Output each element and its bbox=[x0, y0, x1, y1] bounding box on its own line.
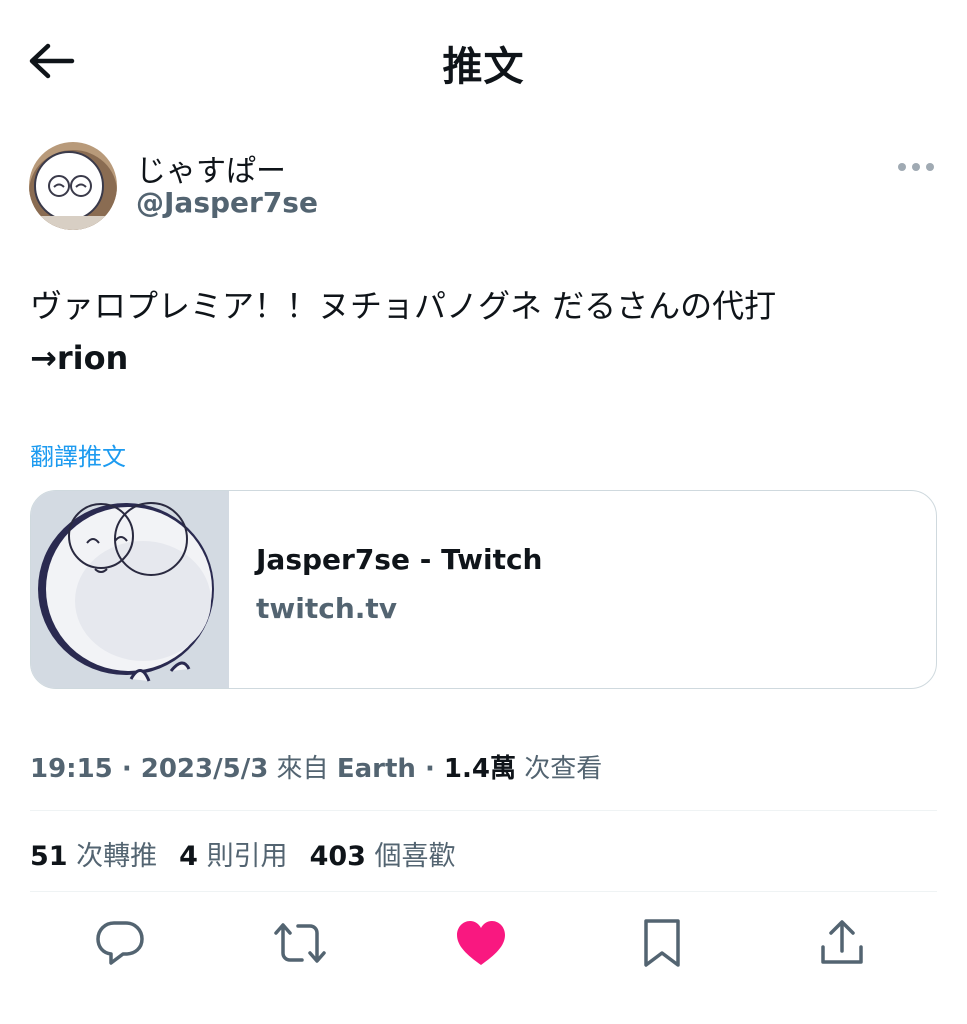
tweet-detail-page: 推文 じゃすぱー @Jasper7se ヴァロプレミア！！ヌチョパノグネ だるさ… bbox=[0, 0, 967, 1024]
translate-tweet-link[interactable]: 翻譯推文 bbox=[30, 437, 126, 472]
engagement-stats: 51 次轉推 4 則引用 403 個喜歡 bbox=[30, 834, 478, 873]
avatar[interactable] bbox=[29, 142, 117, 230]
tweet-date[interactable]: 2023/5/3 bbox=[141, 754, 269, 784]
retweets-label: 次轉推 bbox=[76, 841, 158, 872]
quotes-count: 4 bbox=[179, 841, 198, 872]
reply-button[interactable] bbox=[92, 915, 148, 971]
divider bbox=[30, 810, 937, 811]
views-count[interactable]: 1.4萬 bbox=[444, 754, 516, 784]
header: 推文 bbox=[0, 0, 967, 120]
bookmark-button[interactable] bbox=[634, 915, 690, 971]
tweet-text: ヴァロプレミア！！ヌチョパノグネ だるさんの代打 →rion bbox=[30, 280, 940, 384]
tweet-source: Earth bbox=[336, 754, 416, 784]
share-button[interactable] bbox=[814, 915, 870, 971]
card-thumbnail bbox=[31, 491, 229, 688]
tweet-time[interactable]: 19:15 bbox=[30, 754, 113, 784]
retweets-stat[interactable]: 51 次轉推 bbox=[30, 834, 157, 873]
quotes-label: 則引用 bbox=[206, 841, 288, 872]
page-title: 推文 bbox=[442, 44, 525, 90]
likes-label: 個喜歡 bbox=[374, 841, 456, 872]
card-domain: twitch.tv bbox=[256, 592, 398, 625]
source-prefix: 來自 bbox=[268, 754, 337, 784]
likes-count: 403 bbox=[309, 841, 366, 872]
link-card[interactable]: Jasper7se - Twitch twitch.tv bbox=[30, 490, 937, 689]
reply-icon bbox=[96, 921, 144, 965]
tweet-text-line-1: ヴァロプレミア！！ヌチョパノグネ だるさんの代打 bbox=[30, 287, 777, 325]
likes-stat[interactable]: 403 個喜歡 bbox=[310, 834, 456, 873]
meta-separator: · bbox=[112, 754, 141, 784]
quotes-stat[interactable]: 4 則引用 bbox=[179, 834, 287, 873]
retweets-count: 51 bbox=[30, 841, 68, 872]
tweet-meta: 19:15 · 2023/5/3 來自 Earth · 1.4萬 次查看 bbox=[30, 748, 602, 785]
card-thumbnail-image bbox=[31, 491, 229, 688]
bookmark-icon bbox=[644, 919, 680, 967]
avatar-image bbox=[29, 142, 117, 230]
share-icon bbox=[821, 920, 863, 964]
more-horizontal-icon bbox=[898, 163, 934, 171]
views-label: 次查看 bbox=[515, 754, 603, 784]
tweet-text-line-2: →rion bbox=[30, 339, 129, 377]
meta-separator: · bbox=[415, 754, 444, 784]
retweet-icon bbox=[274, 923, 326, 963]
heart-filled-icon bbox=[457, 921, 505, 965]
card-title: Jasper7se - Twitch bbox=[256, 543, 543, 576]
author-handle[interactable]: @Jasper7se bbox=[136, 186, 318, 219]
retweet-button[interactable] bbox=[272, 915, 328, 971]
author-display-name[interactable]: じゃすぱー bbox=[136, 146, 286, 190]
divider bbox=[30, 891, 937, 892]
like-button[interactable] bbox=[453, 915, 509, 971]
more-options-button[interactable] bbox=[894, 152, 940, 182]
